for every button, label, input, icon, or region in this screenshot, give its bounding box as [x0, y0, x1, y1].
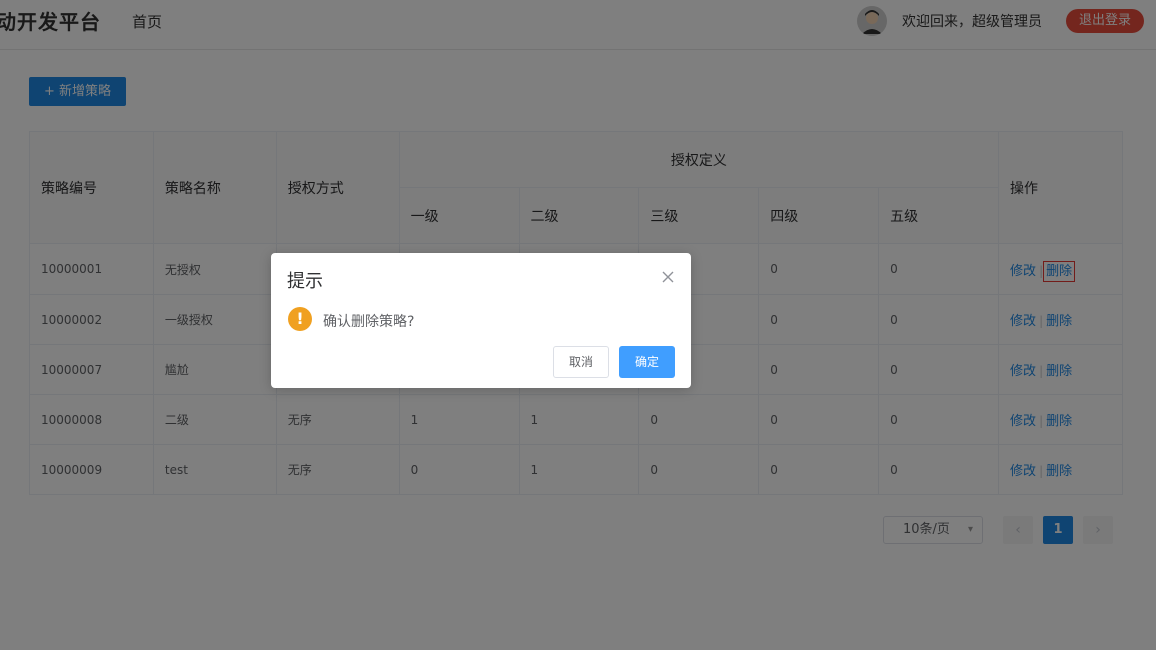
close-icon[interactable] [661, 269, 675, 283]
confirm-dialog: 提示 ! 确认删除策略? 取消 确定 [271, 253, 691, 388]
cancel-button[interactable]: 取消 [553, 346, 609, 378]
dialog-title: 提示 [287, 271, 323, 292]
warning-icon: ! [288, 307, 312, 331]
confirm-button[interactable]: 确定 [619, 346, 675, 378]
close-x-icon [662, 271, 674, 283]
dialog-message: 确认删除策略? [323, 314, 415, 330]
